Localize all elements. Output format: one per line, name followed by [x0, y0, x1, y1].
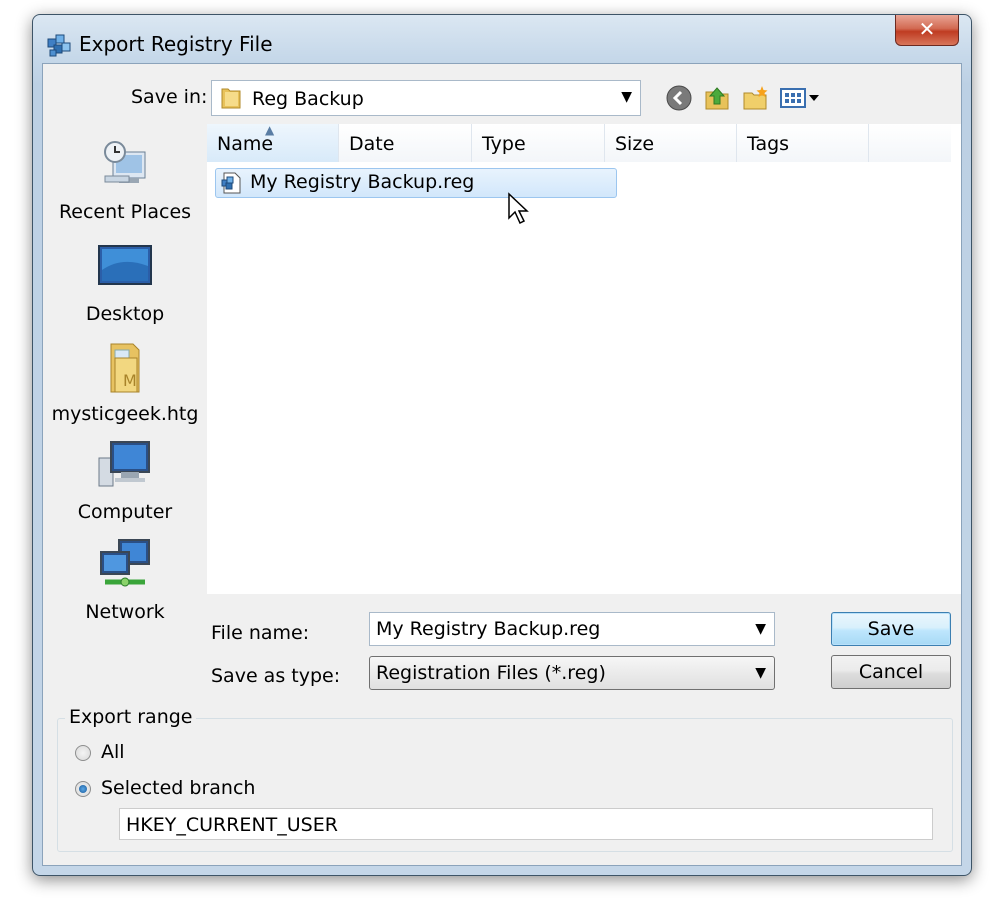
column-header-size[interactable]: Size	[605, 124, 737, 162]
views-menu-icon[interactable]	[779, 84, 823, 112]
place-label: mysticgeek.htg	[51, 403, 199, 425]
dialog-body: Save in: Reg Backup ▼ Recent Places Desk…	[42, 63, 962, 866]
save-in-dropdown[interactable]: Reg Backup ▼	[211, 80, 641, 116]
place-network[interactable]: Network	[43, 538, 207, 623]
place-recent-places[interactable]: Recent Places	[43, 138, 207, 223]
column-label: Size	[615, 133, 655, 155]
column-label: Type	[482, 133, 526, 155]
column-header-filler	[869, 124, 951, 162]
save-in-value: Reg Backup	[252, 88, 364, 110]
column-header-date-modified[interactable]: Date modif...	[339, 124, 472, 195]
file-name-field[interactable]: My Registry Backup.reg ▼	[369, 612, 775, 646]
places-bar: Recent Places Desktop M mysticgeek.htg C…	[43, 124, 207, 684]
network-icon	[100, 539, 150, 587]
column-header-name[interactable]: ▲ Name	[207, 123, 339, 162]
export-range-title: Export range	[65, 706, 197, 728]
place-computer[interactable]: Computer	[43, 438, 207, 523]
recent-places-icon	[104, 141, 146, 183]
export-registry-dialog: Export Registry File ✕ Save in: Reg Back…	[32, 14, 972, 876]
chevron-down-icon[interactable]: ▼	[755, 621, 766, 637]
save-button[interactable]: Save	[831, 612, 951, 646]
up-folder-icon[interactable]	[703, 84, 731, 112]
registry-editor-icon	[47, 34, 71, 57]
file-list[interactable]: ▲ Name Date modif... Type Size Tags	[207, 123, 961, 594]
desktop-icon	[98, 245, 152, 285]
reg-file-icon	[221, 172, 241, 194]
close-icon: ✕	[918, 17, 936, 41]
radio-selected-branch[interactable]	[75, 781, 91, 797]
back-icon[interactable]	[665, 84, 693, 112]
sort-ascending-icon: ▲	[265, 123, 275, 137]
new-folder-icon[interactable]	[741, 84, 769, 112]
file-name-label: File name:	[211, 622, 310, 644]
folder-icon	[221, 88, 241, 109]
radio-all[interactable]	[75, 745, 91, 761]
save-as-type-label: Save as type:	[211, 665, 341, 687]
column-header-tags[interactable]: Tags	[737, 124, 869, 162]
mouse-cursor-icon	[508, 192, 529, 225]
column-headers: ▲ Name Date modif... Type Size Tags	[207, 123, 961, 195]
svg-text:M: M	[123, 371, 137, 390]
list-item[interactable]: My Registry Backup.reg	[215, 168, 617, 198]
column-header-type[interactable]: Type	[472, 124, 605, 162]
column-label: Tags	[747, 133, 790, 155]
save-as-type-dropdown[interactable]: Registration Files (*.reg) ▼	[369, 656, 775, 690]
file-name: My Registry Backup.reg	[250, 171, 475, 193]
close-button[interactable]: ✕	[895, 15, 959, 46]
save-as-type-value: Registration Files (*.reg)	[376, 662, 606, 684]
place-desktop[interactable]: Desktop	[43, 240, 207, 325]
selected-branch-field[interactable]: HKEY_CURRENT_USER	[119, 808, 933, 840]
chevron-down-icon: ▼	[755, 665, 766, 681]
chevron-down-icon: ▼	[621, 89, 632, 105]
selected-branch-value: HKEY_CURRENT_USER	[126, 814, 338, 836]
place-label: Desktop	[85, 303, 165, 325]
place-user-folder[interactable]: M mysticgeek.htg	[43, 340, 207, 425]
place-label: Computer	[77, 501, 173, 523]
place-label: Network	[85, 601, 165, 623]
place-label: Recent Places	[58, 201, 192, 223]
user-folder-icon: M	[110, 343, 140, 393]
window-title: Export Registry File	[79, 32, 273, 56]
radio-selected-branch-label[interactable]: Selected branch	[101, 777, 255, 799]
cancel-button[interactable]: Cancel	[831, 655, 951, 689]
save-in-label: Save in:	[131, 86, 208, 108]
file-name-value: My Registry Backup.reg	[376, 618, 601, 640]
radio-all-label[interactable]: All	[101, 741, 125, 763]
computer-icon	[98, 441, 150, 487]
